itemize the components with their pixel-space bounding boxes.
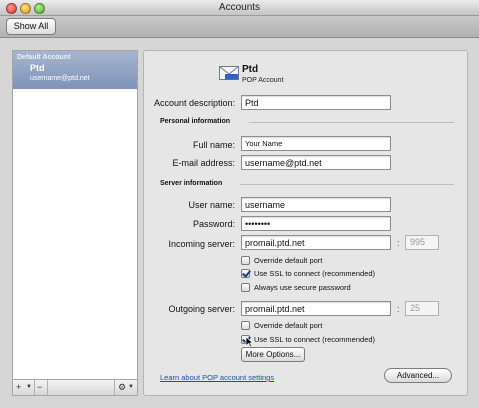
toolbar: Show All <box>0 16 479 38</box>
add-account-icon[interactable]: + <box>16 382 21 392</box>
incoming-override-port-label: Override default port <box>254 256 323 265</box>
personal-information-section: Personal information <box>160 118 231 125</box>
port-separator: : <box>397 238 400 248</box>
user-name-field[interactable] <box>241 197 391 212</box>
user-name-label: User name: <box>188 200 235 210</box>
account-list-email: username@ptd.net <box>30 75 90 82</box>
window-title: Accounts <box>218 2 261 13</box>
default-account-header: Default Account <box>17 54 71 61</box>
section-divider <box>249 122 454 123</box>
accounts-list: Default Account Ptd username@ptd.net <box>12 50 138 380</box>
incoming-server-label: Incoming server: <box>168 239 235 249</box>
account-title: Ptd <box>242 64 259 75</box>
incoming-server-field[interactable] <box>241 235 391 250</box>
secure-password-checkbox[interactable] <box>241 283 250 292</box>
full-name-field[interactable] <box>241 136 391 151</box>
account-description-label: Account description: <box>153 98 235 108</box>
email-address-label: E-mail address: <box>172 158 235 168</box>
learn-pop-settings-link[interactable]: Learn about POP account settings <box>160 373 274 382</box>
account-list-toolbar: + ▼ − ⚙ ▼ <box>12 380 138 396</box>
envelope-icon <box>219 66 239 80</box>
divider <box>47 380 48 395</box>
account-settings-panel: Ptd POP Account Account description: Per… <box>143 50 468 396</box>
more-options-button[interactable]: More Options... <box>241 347 305 362</box>
account-list-item[interactable]: Default Account Ptd username@ptd.net <box>13 51 137 89</box>
outgoing-port-field[interactable]: 25 <box>405 301 439 316</box>
account-description-field[interactable] <box>241 95 391 110</box>
port-separator: : <box>397 304 400 314</box>
incoming-port-field[interactable]: 995 <box>405 235 439 250</box>
remove-account-icon[interactable]: − <box>37 382 42 392</box>
outgoing-override-port-checkbox[interactable] <box>241 321 250 330</box>
outgoing-server-label: Outgoing server: <box>168 304 235 314</box>
divider <box>34 380 35 395</box>
email-address-field[interactable] <box>241 155 391 170</box>
account-list-name: Ptd <box>30 63 45 73</box>
incoming-override-port-checkbox[interactable] <box>241 256 250 265</box>
incoming-ssl-checkbox[interactable] <box>241 269 250 278</box>
show-all-button[interactable]: Show All <box>6 18 56 35</box>
account-type: POP Account <box>242 77 284 84</box>
add-menu-chevron-down-icon[interactable]: ▼ <box>26 384 32 390</box>
advanced-button[interactable]: Advanced... <box>384 368 452 383</box>
password-label: Password: <box>192 219 235 229</box>
gear-menu-chevron-down-icon[interactable]: ▼ <box>128 384 134 390</box>
title-bar: Accounts <box>0 0 479 16</box>
full-name-label: Full name: <box>192 140 235 150</box>
password-field[interactable] <box>241 216 391 231</box>
section-divider <box>240 184 454 185</box>
outgoing-override-port-label: Override default port <box>254 321 323 330</box>
outgoing-ssl-label: Use SSL to connect (recommended) <box>254 335 376 344</box>
outgoing-server-field[interactable] <box>241 301 391 316</box>
gear-icon[interactable]: ⚙ <box>118 382 126 393</box>
divider <box>114 380 115 395</box>
incoming-ssl-label: Use SSL to connect (recommended) <box>254 269 376 278</box>
secure-password-label: Always use secure password <box>254 283 351 292</box>
server-information-section: Server information <box>160 180 223 187</box>
